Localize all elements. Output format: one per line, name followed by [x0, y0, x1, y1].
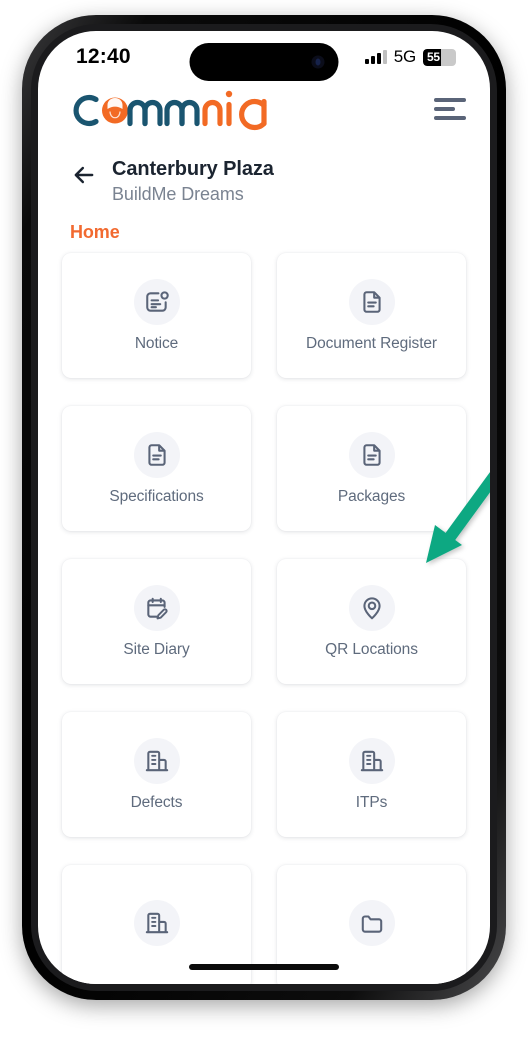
app-bar [38, 77, 490, 139]
map-pin-icon [348, 584, 395, 631]
tile-specifications[interactable]: Specifications [62, 406, 251, 532]
tile-document-register[interactable]: Document Register [277, 253, 466, 379]
document-icon [133, 431, 180, 478]
page-header: Canterbury Plaza BuildMe Dreams [38, 139, 490, 206]
tile-label: ITPs [355, 793, 388, 811]
document-icon [348, 431, 395, 478]
module-grid: Notice Document Register Specifications … [62, 253, 466, 984]
folder-icon [348, 899, 395, 946]
building-icon [348, 737, 395, 784]
document-icon [348, 278, 395, 325]
page-subtitle: BuildMe Dreams [112, 184, 244, 204]
signal-bars-icon [364, 50, 387, 64]
dynamic-island [189, 43, 339, 81]
building-icon [133, 899, 180, 946]
status-bar-time: 12:40 [76, 45, 131, 68]
phone-screen: 12:40 5G 55 Canterbury Plaza BuildMe Dre… [38, 31, 490, 984]
battery-icon: 55 [423, 48, 456, 66]
network-type-label: 5G [393, 47, 416, 66]
tile-qr-locations[interactable]: QR Locations [277, 559, 466, 685]
tile-label: Site Diary [123, 640, 190, 658]
tile-defects[interactable]: Defects [62, 712, 251, 838]
front-camera-icon [311, 55, 325, 69]
tile-label: Document Register [306, 334, 437, 352]
notice-board-icon [133, 278, 180, 325]
hamburger-menu-icon[interactable] [434, 92, 466, 126]
home-indicator [189, 964, 339, 970]
status-bar-indicators: 5G 55 [364, 47, 460, 67]
battery-percent-label: 55 [427, 50, 440, 64]
section-label-home: Home [70, 222, 120, 243]
commnia-logo-svg [73, 90, 267, 131]
tile-label: QR Locations [325, 640, 418, 658]
building-icon [133, 737, 180, 784]
commnia-logo[interactable] [68, 85, 292, 133]
phone-device-frame: 12:40 5G 55 Canterbury Plaza BuildMe Dre… [22, 15, 506, 1000]
tile-site-diary[interactable]: Site Diary [62, 559, 251, 685]
back-arrow-icon[interactable] [70, 161, 98, 189]
app-scroll-area[interactable]: 12:40 5G 55 Canterbury Plaza BuildMe Dre… [38, 31, 490, 984]
page-title: Canterbury Plaza [112, 158, 274, 180]
status-bar: 12:40 5G 55 [38, 31, 490, 81]
tile-packages[interactable]: Packages [277, 406, 466, 532]
tile-label: Defects [130, 793, 183, 811]
tile-label: Packages [337, 487, 406, 505]
tile-label: Notice [134, 334, 179, 352]
tile-notice[interactable]: Notice [62, 253, 251, 379]
calendar-edit-icon [133, 584, 180, 631]
module-grid-wrapper: Notice Document Register Specifications … [38, 253, 490, 984]
tile-label: Specifications [109, 487, 204, 505]
tile-itps[interactable]: ITPs [277, 712, 466, 838]
title-block: Canterbury Plaza BuildMe Dreams [112, 157, 274, 206]
